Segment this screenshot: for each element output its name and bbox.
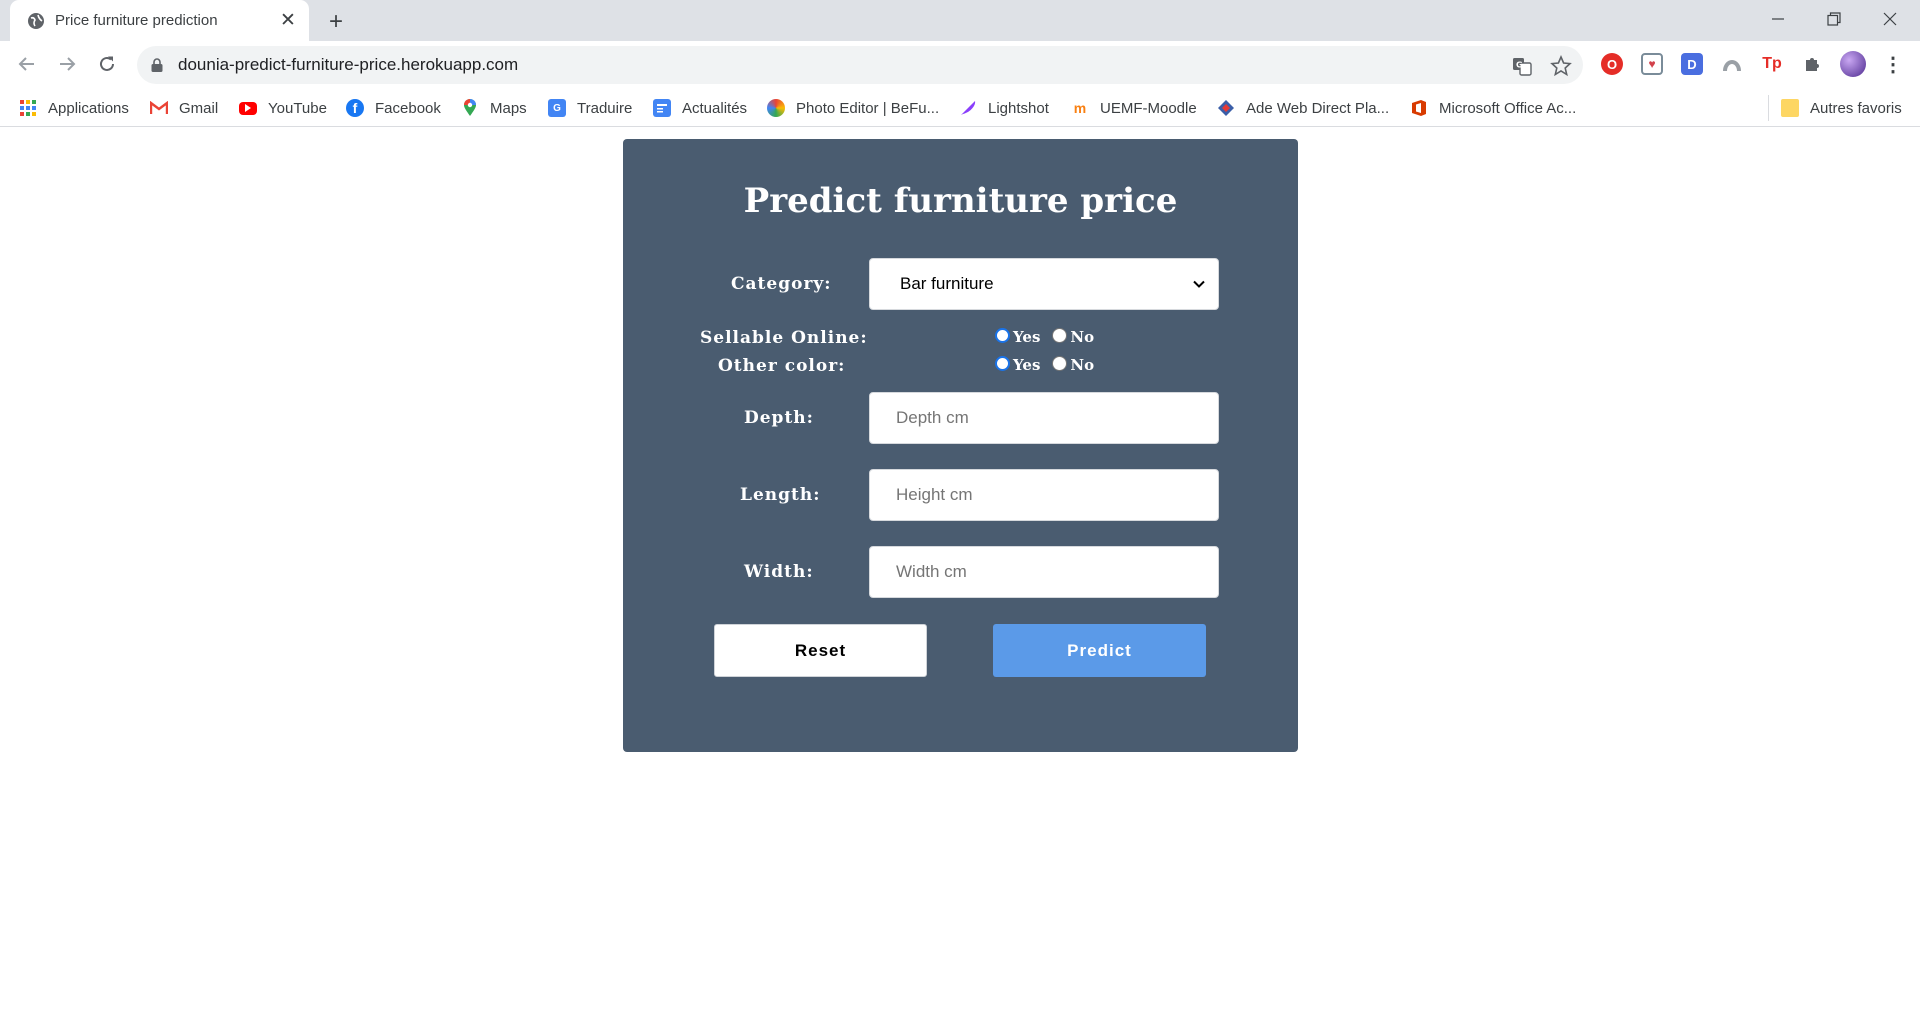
bookmark-label: Lightshot — [988, 99, 1049, 117]
color-yes-radio[interactable] — [995, 355, 1010, 371]
bookmark-youtube[interactable]: YouTube — [239, 95, 327, 121]
bookmark-label: Facebook — [375, 99, 441, 117]
tab-strip: Price furniture prediction ✕ + — [0, 0, 1920, 41]
bookmark-label: Ade Web Direct Pla... — [1246, 99, 1390, 117]
bookmark-lightshot[interactable]: Lightshot — [959, 95, 1049, 121]
bookmark-uemf-moodle[interactable]: m UEMF-Moodle — [1071, 95, 1197, 121]
bookmark-actualites[interactable]: Actualités — [653, 95, 747, 121]
color-no-label: No — [1070, 356, 1095, 374]
bookmark-label: Autres favoris — [1810, 99, 1902, 117]
apps-grid-icon — [19, 99, 37, 117]
bookmark-label: Photo Editor | BeFu... — [796, 99, 940, 117]
chrome-menu-icon[interactable]: ⋮ — [1882, 53, 1904, 76]
bookmark-label: UEMF-Moodle — [1100, 99, 1197, 117]
opera-ext-icon[interactable]: O — [1601, 53, 1623, 75]
depth-label: Depth: — [744, 408, 814, 428]
sellable-online-label: Sellable Online: — [700, 328, 868, 348]
close-tab-icon[interactable]: ✕ — [278, 10, 298, 31]
puzzle-extensions-icon[interactable] — [1801, 53, 1823, 75]
sellable-no-label: No — [1070, 328, 1095, 346]
bookmark-microsoft-office[interactable]: Microsoft Office Ac... — [1410, 95, 1576, 121]
bookmark-maps[interactable]: Maps — [461, 95, 527, 121]
width-label: Width: — [744, 562, 814, 582]
bookmark-photo-editor[interactable]: Photo Editor | BeFu... — [767, 95, 939, 121]
reload-icon[interactable] — [92, 49, 122, 79]
depth-input[interactable]: Depth cm — [869, 392, 1219, 444]
length-placeholder: Height cm — [896, 485, 973, 504]
address-bar[interactable]: dounia-predict-furniture-price.herokuapp… — [137, 46, 1583, 84]
arc-ext-icon[interactable] — [1721, 53, 1743, 75]
profile-avatar[interactable] — [1840, 51, 1866, 77]
moodle-icon: m — [1073, 100, 1087, 116]
bookmark-label: Traduire — [577, 99, 633, 117]
pocket-ext-icon[interactable]: ♥ — [1641, 53, 1663, 75]
chevron-down-icon — [1193, 280, 1205, 288]
lightshot-feather-icon — [959, 99, 977, 117]
depth-placeholder: Depth cm — [896, 408, 969, 427]
predict-button[interactable]: Predict — [993, 624, 1206, 677]
tab-title: Price furniture prediction — [55, 12, 218, 29]
translate-icon: G — [548, 99, 566, 117]
category-label: Category: — [731, 274, 832, 294]
maps-pin-icon — [461, 99, 479, 117]
bookmark-traduire[interactable]: G Traduire — [548, 95, 632, 121]
tp-ext-icon[interactable]: Tp — [1761, 53, 1783, 75]
reset-button[interactable]: Reset — [714, 624, 927, 677]
bookmark-applications[interactable]: Applications — [19, 95, 129, 121]
close-window-icon[interactable] — [1862, 0, 1918, 38]
other-color-radio-group: Yes No — [995, 355, 1095, 374]
back-icon[interactable] — [12, 49, 42, 79]
bookmark-label: Maps — [490, 99, 527, 117]
gmail-icon — [150, 99, 168, 117]
photo-editor-icon — [767, 99, 785, 117]
bookmark-star-icon[interactable] — [1550, 55, 1572, 77]
color-yes-label: Yes — [1013, 356, 1041, 374]
width-placeholder: Width cm — [896, 562, 967, 581]
minimize-icon[interactable] — [1750, 0, 1806, 38]
bookmark-other-favorites[interactable]: Autres favoris — [1781, 95, 1902, 121]
width-input[interactable]: Width cm — [869, 546, 1219, 598]
url-text: dounia-predict-furniture-price.herokuapp… — [178, 55, 519, 74]
category-value: Bar furniture — [900, 274, 994, 293]
dashlane-ext-icon[interactable]: D — [1681, 53, 1703, 75]
browser-tab[interactable]: Price furniture prediction ✕ — [10, 0, 309, 41]
youtube-icon — [239, 101, 257, 115]
globe-icon — [28, 13, 44, 29]
color-no-radio[interactable] — [1052, 355, 1068, 371]
lock-icon — [151, 58, 163, 72]
translate-page-icon[interactable]: G — [1511, 55, 1533, 77]
other-color-label: Other color: — [718, 356, 846, 376]
folder-icon — [1781, 99, 1799, 117]
svg-text:G: G — [1516, 61, 1523, 70]
category-select[interactable]: Bar furniture — [869, 258, 1219, 310]
predict-form-card: Predict furniture price Category: Bar fu… — [623, 139, 1298, 752]
ade-icon — [1217, 99, 1235, 117]
bookmarks-bar: Applications Gmail YouTube f Facebook Ma… — [0, 89, 1920, 127]
sellable-yes-label: Yes — [1013, 328, 1041, 346]
bookmark-label: Microsoft Office Ac... — [1439, 99, 1577, 117]
office-icon — [1410, 99, 1428, 117]
new-tab-icon[interactable]: + — [322, 8, 350, 36]
bookmark-gmail[interactable]: Gmail — [150, 95, 218, 121]
sellable-online-radio-group: Yes No — [995, 327, 1095, 346]
sellable-no-radio[interactable] — [1052, 327, 1068, 343]
bookmark-label: Actualités — [682, 99, 748, 117]
bookmark-facebook[interactable]: f Facebook — [346, 95, 441, 121]
length-label: Length: — [740, 485, 821, 505]
bookmark-label: YouTube — [268, 99, 327, 117]
bookmark-label: Applications — [48, 99, 129, 117]
page-title: Predict furniture price — [743, 181, 1178, 221]
length-input[interactable]: Height cm — [869, 469, 1219, 521]
bookmark-label: Gmail — [179, 99, 219, 117]
bookmarks-separator — [1768, 95, 1769, 121]
browser-toolbar: dounia-predict-furniture-price.herokuapp… — [0, 41, 1920, 89]
forward-icon[interactable] — [52, 49, 82, 79]
facebook-icon: f — [346, 99, 364, 117]
bookmark-ade-web[interactable]: Ade Web Direct Pla... — [1217, 95, 1389, 121]
sellable-yes-radio[interactable] — [995, 327, 1010, 343]
news-icon — [653, 99, 671, 117]
restore-icon[interactable] — [1806, 0, 1862, 38]
